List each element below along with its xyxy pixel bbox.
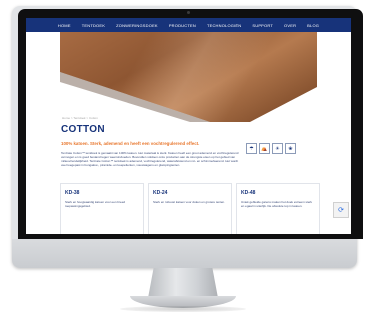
- hero-white-cut: [60, 72, 317, 122]
- imac-stand: [148, 268, 218, 298]
- tent-icon: ⛺: [259, 143, 270, 154]
- screen: HOME TENTDOEK ZONWERINGSDOEK PRODUCTEN T…: [26, 18, 351, 234]
- nav-item-blog[interactable]: BLOG: [307, 23, 319, 28]
- nav-item-zonweringsdoek[interactable]: ZONWERINGSDOEK: [116, 23, 158, 28]
- product-card-kd-48[interactable]: KD-48 Uniek gebleide garens maken het do…: [236, 183, 320, 234]
- nav-item-support[interactable]: SUPPORT: [252, 23, 273, 28]
- card-title: KD-38: [65, 190, 80, 196]
- sun-icon: ☀: [272, 143, 283, 154]
- main-navigation: HOME TENTDOEK ZONWERINGSDOEK PRODUCTEN T…: [26, 18, 351, 32]
- imac-chin: [12, 239, 357, 268]
- stand-shadow: [120, 306, 246, 312]
- page-description: TenCate Cotton™ tentdoek is gemaakt van …: [61, 151, 239, 168]
- recaptcha-badge-icon[interactable]: ⟳: [333, 202, 349, 218]
- nav-item-home[interactable]: HOME: [58, 23, 71, 28]
- nav-item-over[interactable]: OVER: [284, 23, 296, 28]
- leaf-icon: ❀: [285, 143, 296, 154]
- camera-icon: [187, 11, 190, 14]
- nav-item-producten[interactable]: PRODUCTEN: [169, 23, 196, 28]
- product-cards: KD-38 Sterk en hoogwaardig katoen voor e…: [60, 183, 320, 234]
- feature-icons: ☂ ⛺ ☀ ❀: [246, 143, 296, 154]
- card-text: Uniek gebleide garens maken het doek ext…: [241, 200, 313, 208]
- nav-item-tentdoek[interactable]: TENTDOEK: [82, 23, 105, 28]
- card-text: Sterk en robuust katoen voor doken en gr…: [153, 200, 226, 204]
- hero-fabric-image: [60, 32, 317, 122]
- card-text: Sterk en hoogwaardig katoen voor een bre…: [65, 200, 126, 208]
- product-card-kd-38[interactable]: KD-38 Sterk en hoogwaardig katoen voor e…: [60, 183, 144, 234]
- nav-item-technologien[interactable]: TECHNOLOGIËN: [207, 23, 241, 28]
- breadcrumb[interactable]: Home > Tentdoek > Cotton: [62, 116, 98, 120]
- page-title: COTTON: [61, 124, 105, 135]
- card-title: KD-48: [241, 190, 256, 196]
- product-card-kd-24[interactable]: KD-24 Sterk en robuust katoen voor doken…: [148, 183, 232, 234]
- rain-icon: ☂: [246, 143, 257, 154]
- card-title: KD-24: [153, 190, 168, 196]
- page-subtitle: 100% katoen. Sterk, ademend en heeft een…: [61, 141, 200, 146]
